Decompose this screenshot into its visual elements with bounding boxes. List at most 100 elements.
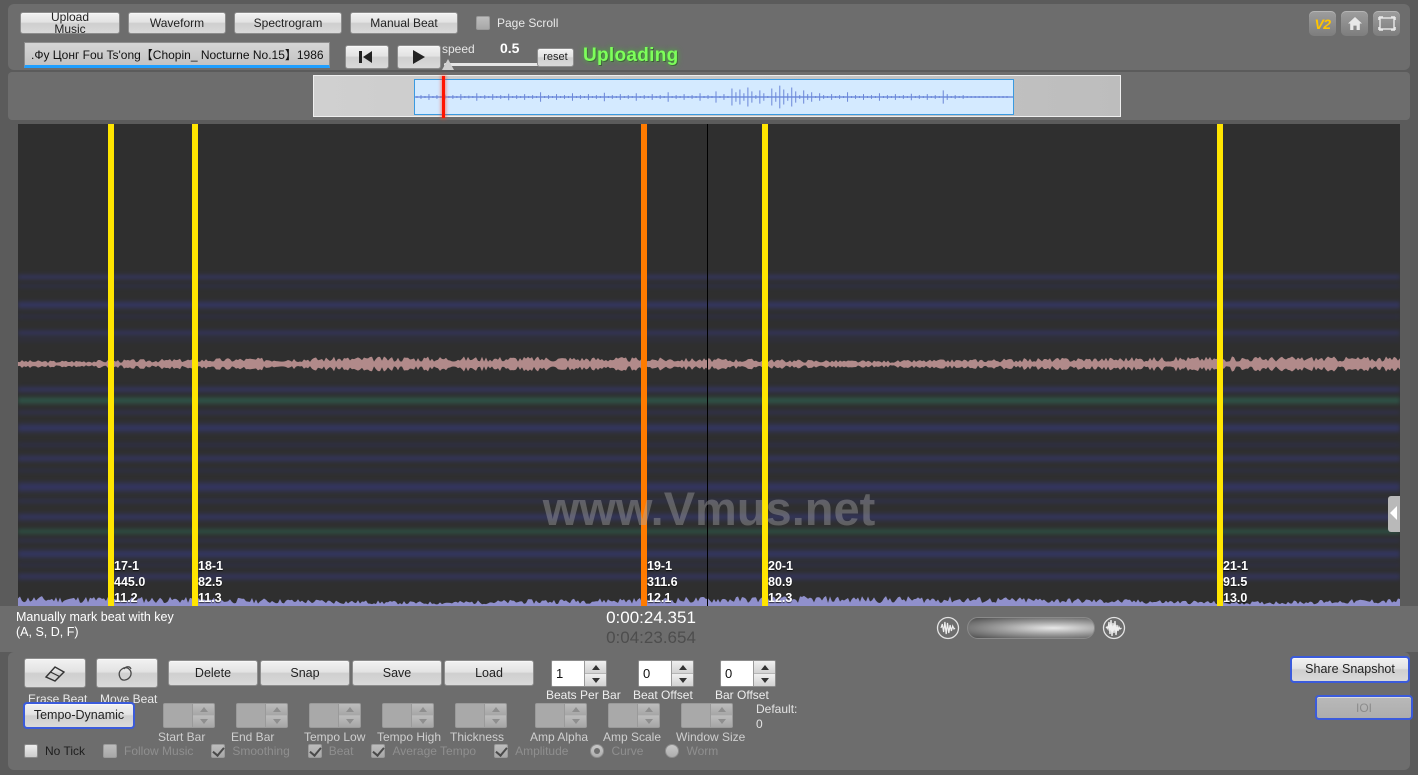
share-snapshot-button[interactable]: Share Snapshot [1290, 656, 1410, 683]
worm-radio[interactable]: Worm [665, 744, 718, 758]
thickness-input-decrement[interactable] [485, 715, 506, 727]
save-button[interactable]: Save [352, 660, 442, 686]
curve-radio-button [590, 744, 605, 758]
delete-button[interactable]: Delete [168, 660, 258, 686]
tab-upload-music[interactable]: Upload Music [20, 11, 120, 35]
thickness-input-increment[interactable] [485, 704, 506, 715]
amp-alpha-input-increment[interactable] [565, 704, 586, 715]
reset-speed-button[interactable]: reset [537, 48, 574, 67]
keyboard-hint-line1: Manually mark beat with key [16, 610, 174, 624]
end-bar-input-value[interactable] [237, 704, 265, 727]
amp-scale-input-value[interactable] [609, 704, 637, 727]
keyboard-hint-line2: (A, S, D, F) [16, 625, 79, 639]
chevron-down-icon [678, 677, 687, 683]
amp-scale-label: Amp Scale [603, 730, 662, 744]
tempo-low-input-decrement[interactable] [339, 715, 360, 727]
load-button[interactable]: Load [444, 660, 534, 686]
smoothing-checkbox-label: Smoothing [232, 744, 290, 758]
snap-button[interactable]: Snap [260, 660, 350, 686]
volume-slider[interactable] [967, 617, 1095, 639]
follow-music-checkbox: Follow Music [103, 744, 193, 758]
speed-value: 0.5 [500, 40, 520, 56]
beat-offset-input[interactable]: 0 [638, 660, 694, 687]
erase-beat-button[interactable] [24, 658, 86, 688]
window-size-input-value[interactable] [682, 704, 710, 727]
thickness-input-value[interactable] [456, 704, 484, 727]
bar-offset-input-increment[interactable] [754, 661, 775, 673]
beats-per-bar-input-increment[interactable] [585, 661, 606, 673]
smoothing-checkbox: Smoothing [211, 744, 290, 758]
play-button[interactable] [397, 45, 441, 69]
spectrogram-band [18, 454, 1400, 463]
tempo-high-input[interactable] [382, 703, 434, 728]
amp-alpha-input-decrement[interactable] [565, 715, 586, 727]
bar-offset-input-decrement[interactable] [754, 673, 775, 686]
tempo-high-input-value[interactable] [383, 704, 411, 727]
waveform-high-icon[interactable] [1101, 615, 1127, 641]
tempo-high-input-decrement[interactable] [412, 715, 433, 727]
thickness-input[interactable] [455, 703, 507, 728]
skip-to-start-button[interactable] [345, 45, 389, 69]
spectrogram-band [18, 300, 1400, 310]
waveform-low-icon[interactable] [935, 615, 961, 641]
bar-offset-input[interactable]: 0 [720, 660, 776, 687]
track-title-field[interactable]: .Фу Цонг Fou Ts'ong【Chopin_ Nocturne No.… [24, 42, 330, 68]
keyboard-hint: Manually mark beat with key (A, S, D, F) [16, 610, 174, 640]
start-bar-input[interactable] [163, 703, 215, 728]
transport-controls [345, 45, 441, 69]
start-bar-input-value[interactable] [164, 704, 192, 727]
window-size-input[interactable] [681, 703, 733, 728]
tempo-low-input-increment[interactable] [339, 704, 360, 715]
overview-selection-region[interactable] [414, 79, 1014, 115]
beat-marker-amplitude-value: 11.2 [114, 591, 138, 605]
spectrogram-view[interactable]: 17-1 445.0 11.2 18-1 82.5 11.3 19-1 311.6 12.1 20… [18, 124, 1400, 606]
window-size-input-increment[interactable] [711, 704, 732, 715]
average-tempo-checkbox-box [371, 744, 386, 758]
tempo-low-label: Tempo Low [304, 730, 366, 744]
move-beat-button[interactable] [96, 658, 158, 688]
chevron-up-icon [272, 707, 281, 712]
spectrogram-band [18, 468, 1400, 473]
beat-offset-input-value[interactable]: 0 [639, 661, 671, 686]
ioi-button[interactable]: IOI [1315, 695, 1413, 720]
end-bar-input[interactable] [236, 703, 288, 728]
beats-per-bar-input-decrement[interactable] [585, 673, 606, 686]
panel-collapse-handle[interactable] [1388, 496, 1400, 532]
speed-slider-thumb[interactable] [442, 59, 454, 70]
overview-playhead[interactable] [442, 76, 445, 118]
bar-offset-input-value[interactable]: 0 [721, 661, 753, 686]
beat-offset-input-increment[interactable] [672, 661, 693, 673]
speed-slider-track[interactable] [444, 63, 548, 66]
amp-scale-input-increment[interactable] [638, 704, 659, 715]
amp-scale-input[interactable] [608, 703, 660, 728]
beat-offset-input-decrement[interactable] [672, 673, 693, 686]
end-bar-input-increment[interactable] [266, 704, 287, 715]
overview-waveform[interactable] [313, 75, 1121, 118]
start-bar-input-increment[interactable] [193, 704, 214, 715]
beats-per-bar-input-value[interactable]: 1 [552, 661, 584, 686]
tempo-dynamic-button[interactable]: Tempo-Dynamic [23, 702, 135, 729]
version-badge[interactable]: V2 [1309, 11, 1336, 36]
chevron-down-icon [272, 719, 281, 724]
window-size-input-decrement[interactable] [711, 715, 732, 727]
tab-spectrogram[interactable]: Spectrogram [234, 12, 342, 34]
beats-per-bar-input[interactable]: 1 [551, 660, 607, 687]
tempo-high-input-increment[interactable] [412, 704, 433, 715]
fit-screen-icon[interactable] [1373, 11, 1400, 36]
no-tick-checkbox[interactable]: No Tick [24, 744, 85, 758]
home-icon[interactable] [1341, 11, 1368, 36]
tempo-low-input-value[interactable] [310, 704, 338, 727]
tempo-low-input[interactable] [309, 703, 361, 728]
amp-alpha-input-value[interactable] [536, 704, 564, 727]
end-bar-input-decrement[interactable] [266, 715, 287, 727]
curve-radio[interactable]: Curve [590, 744, 643, 758]
page-scroll-checkbox[interactable]: Page Scroll [476, 16, 558, 30]
start-bar-input-decrement[interactable] [193, 715, 214, 727]
tab-waveform[interactable]: Waveform [128, 12, 226, 34]
tab-manual-beat[interactable]: Manual Beat [350, 12, 458, 34]
amplitude-checkbox: Amplitude [494, 744, 568, 758]
spectrogram-band [18, 410, 1400, 415]
amp-scale-input-decrement[interactable] [638, 715, 659, 727]
chevron-down-icon [199, 719, 208, 724]
amp-alpha-input[interactable] [535, 703, 587, 728]
